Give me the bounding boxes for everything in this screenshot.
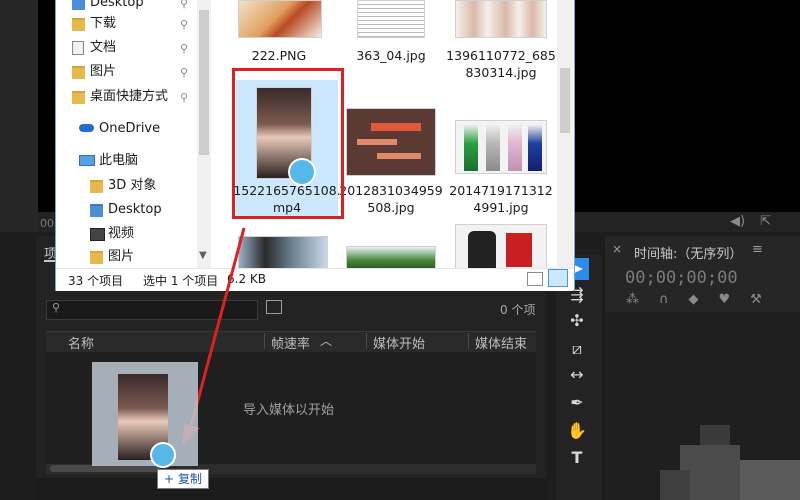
plus-icon: + bbox=[164, 472, 175, 486]
arrow-line bbox=[188, 227, 246, 431]
copy-tooltip-label: 复制 bbox=[177, 472, 202, 486]
copy-tooltip: + 复制 bbox=[157, 469, 209, 489]
drag-ghost-image bbox=[92, 362, 198, 468]
video-file-icon bbox=[150, 442, 176, 468]
